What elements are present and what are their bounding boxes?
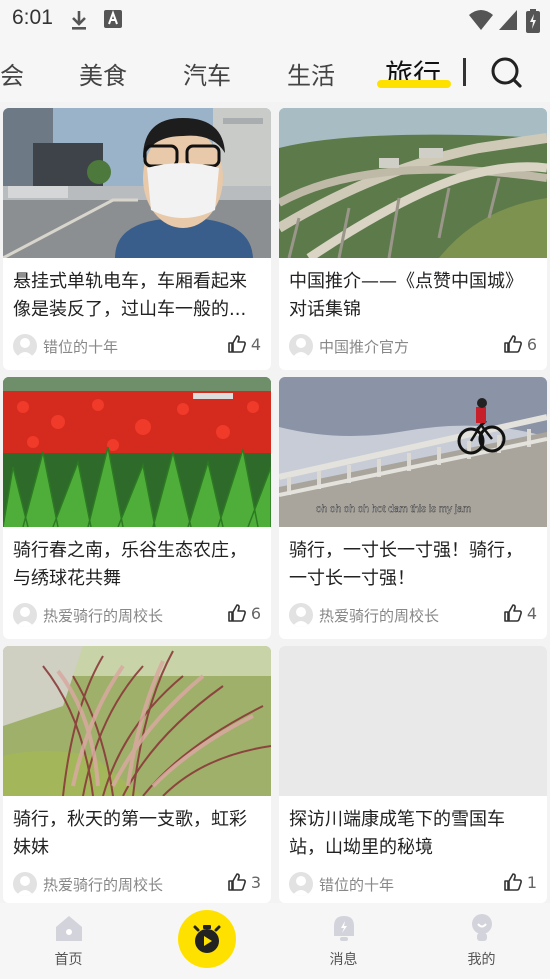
like-count: 6 bbox=[250, 603, 261, 623]
video-thumbnail bbox=[279, 646, 547, 796]
tab-life[interactable]: 生活 bbox=[287, 56, 335, 91]
wifi-icon bbox=[469, 10, 493, 30]
avatar bbox=[13, 872, 37, 896]
card-title: 骑行，一寸长一寸强！骑行，一寸长一寸强！ bbox=[289, 540, 523, 589]
card-title: 探访川端康成笔下的雪国车站，山坳里的秘境 bbox=[289, 809, 505, 858]
like-count: 3 bbox=[250, 872, 261, 892]
publish-button[interactable] bbox=[178, 910, 236, 968]
card-author: 热爱骑行的周校长 bbox=[319, 607, 440, 625]
user-icon bbox=[16, 338, 34, 358]
card-title: 中国推介——《点赞中国城》对话集锦 bbox=[289, 271, 523, 320]
avatar bbox=[289, 334, 313, 358]
tab-partial[interactable]: 会 bbox=[0, 56, 24, 91]
battery-icon bbox=[526, 9, 540, 33]
like-button[interactable]: 3 bbox=[227, 872, 261, 892]
card-author: 热爱骑行的周校长 bbox=[43, 876, 164, 894]
nav-mine-label: 我的 bbox=[467, 952, 496, 968]
camera-icon bbox=[193, 925, 221, 953]
video-card[interactable]: 中国推介——《点赞中国城》对话集锦 中国推介官方 6 bbox=[279, 108, 547, 370]
video-card[interactable]: 探访川端康成笔下的雪国车站，山坳里的秘境 错位的十年 1 bbox=[279, 646, 547, 903]
tab-scroll-edge bbox=[463, 58, 466, 86]
signal-icon bbox=[499, 10, 517, 30]
category-tabs: 会 美食 汽车 生活 旅行 bbox=[0, 38, 550, 102]
thumbs-up-icon bbox=[228, 873, 246, 891]
video-card[interactable]: 骑行，秋天的第一支歌，虹彩妹妹 热爱骑行的周校长 3 bbox=[3, 646, 271, 903]
card-author: 错位的十年 bbox=[43, 338, 119, 356]
like-count: 4 bbox=[526, 603, 537, 623]
nav-home-label: 首页 bbox=[54, 952, 83, 968]
like-button[interactable]: 4 bbox=[227, 334, 261, 354]
like-button[interactable]: 4 bbox=[503, 603, 537, 623]
user-icon bbox=[292, 338, 310, 358]
card-title: 骑行，秋天的第一支歌，虹彩妹妹 bbox=[13, 809, 247, 858]
bell-icon bbox=[333, 916, 354, 941]
nav-mine[interactable]: 我的 bbox=[413, 903, 550, 979]
avatar bbox=[13, 334, 37, 358]
avatar bbox=[289, 603, 313, 627]
thumbs-up-icon bbox=[228, 604, 246, 622]
user-icon bbox=[16, 607, 34, 627]
user-icon bbox=[471, 914, 492, 941]
video-card[interactable]: oh oh oh oh hot dam this is my jam 骑行，一寸… bbox=[279, 377, 547, 639]
user-icon bbox=[292, 607, 310, 627]
video-thumbnail: oh oh oh oh hot dam this is my jam bbox=[279, 377, 547, 527]
tab-food[interactable]: 美食 bbox=[79, 56, 127, 91]
nav-messages-label: 消息 bbox=[329, 952, 358, 968]
card-title: 骑行春之南，乐谷生态农庄，与绣球花共舞 bbox=[13, 540, 247, 589]
card-author: 错位的十年 bbox=[319, 876, 395, 894]
thumbs-up-icon bbox=[504, 335, 522, 353]
like-count: 6 bbox=[526, 334, 537, 354]
card-title: 悬挂式单轨电车，车厢看起来像是装反了，过山车一般的... bbox=[13, 271, 247, 320]
thumbs-up-icon bbox=[504, 873, 522, 891]
like-button[interactable]: 1 bbox=[503, 872, 537, 892]
search-icon[interactable] bbox=[478, 42, 534, 98]
avatar bbox=[13, 603, 37, 627]
active-tab-indicator bbox=[377, 80, 451, 88]
status-time: 6:01 bbox=[12, 6, 53, 29]
thumbs-up-icon bbox=[228, 335, 246, 353]
video-card[interactable]: 悬挂式单轨电车，车厢看起来像是装反了，过山车一般的... 错位的十年 4 bbox=[3, 108, 271, 370]
user-icon bbox=[292, 876, 310, 896]
nav-home[interactable]: 首页 bbox=[0, 903, 137, 979]
like-button[interactable]: 6 bbox=[503, 334, 537, 354]
nav-messages[interactable]: 消息 bbox=[275, 903, 412, 979]
tab-car[interactable]: 汽车 bbox=[183, 56, 231, 91]
like-count: 4 bbox=[250, 334, 261, 354]
thumbs-up-icon bbox=[504, 604, 522, 622]
video-thumbnail bbox=[3, 377, 271, 527]
user-icon bbox=[16, 876, 34, 896]
home-icon bbox=[55, 916, 82, 941]
like-count: 1 bbox=[526, 872, 537, 892]
video-thumbnail bbox=[3, 646, 271, 796]
like-button[interactable]: 6 bbox=[227, 603, 261, 623]
video-card[interactable]: 骑行春之南，乐谷生态农庄，与绣球花共舞 热爱骑行的周校长 6 bbox=[3, 377, 271, 639]
status-bar: 6:01 bbox=[0, 0, 550, 38]
card-author: 中国推介官方 bbox=[319, 338, 410, 356]
card-author: 热爱骑行的周校长 bbox=[43, 607, 164, 625]
font-icon bbox=[104, 10, 122, 28]
video-thumbnail bbox=[3, 108, 271, 258]
avatar bbox=[289, 872, 313, 896]
video-thumbnail bbox=[279, 108, 547, 258]
download-icon bbox=[72, 11, 86, 30]
video-caption: oh oh oh oh hot dam this is my jam bbox=[316, 504, 471, 515]
bottom-nav: 首页 消息 我的 bbox=[0, 903, 550, 979]
